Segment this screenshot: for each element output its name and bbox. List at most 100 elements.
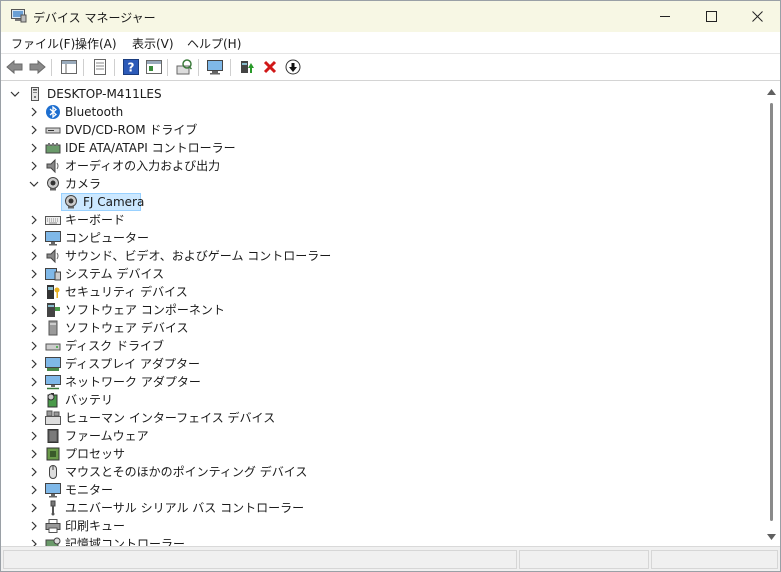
tree-category-item[interactable]: キーボード xyxy=(3,211,743,229)
tree-item-label: サウンド、ビデオ、およびゲーム コントローラー xyxy=(65,249,332,263)
menu-file[interactable]: ファイル(F) xyxy=(11,35,75,52)
scrollbar-thumb[interactable] xyxy=(770,103,773,521)
tree-category-item[interactable]: ソフトウェア コンポーネント xyxy=(3,301,743,319)
scan-hardware-icon xyxy=(176,59,192,75)
chevron-right-icon[interactable] xyxy=(29,503,39,513)
chevron-right-icon[interactable] xyxy=(29,467,39,477)
tree-category-item[interactable]: ユニバーサル シリアル バス コントローラー xyxy=(3,499,743,517)
tree-category-item[interactable]: バッテリ xyxy=(3,391,743,409)
window-title: デバイス マネージャー xyxy=(33,11,156,25)
tree-category-item[interactable]: マウスとそのほかのポインティング デバイス xyxy=(3,463,743,481)
tree-item-label: ディスク ドライブ xyxy=(65,339,164,353)
software-device-icon xyxy=(45,320,61,336)
svg-text:?: ? xyxy=(128,61,135,75)
tree-item-label: ヒューマン インターフェイス デバイス xyxy=(65,411,276,425)
tree-category-item[interactable]: 記憶域コントローラー xyxy=(3,535,743,546)
tree-category-item[interactable]: Bluetooth xyxy=(3,103,743,121)
close-button[interactable] xyxy=(734,1,780,32)
tree-category-item[interactable]: モニター xyxy=(3,481,743,499)
tree-category-item[interactable]: DVD/CD-ROM ドライブ xyxy=(3,121,743,139)
maximize-button[interactable] xyxy=(688,1,734,32)
tree-category-item[interactable]: ディスク ドライブ xyxy=(3,337,743,355)
properties-button[interactable] xyxy=(90,57,110,77)
title-bar[interactable]: デバイス マネージャー xyxy=(1,1,780,32)
device-tree[interactable]: DESKTOP-M411LES Bluetooth DVD/CD-ROM ドライブ… xyxy=(3,83,763,546)
uninstall-device-button[interactable] xyxy=(260,57,280,77)
menu-help[interactable]: ヘルプ(H) xyxy=(187,35,241,52)
chevron-right-icon[interactable] xyxy=(29,323,39,333)
update-driver-button[interactable] xyxy=(205,57,225,77)
chevron-right-icon[interactable] xyxy=(29,269,39,279)
chevron-right-icon[interactable] xyxy=(29,143,39,153)
tree-child-item[interactable]: FJ Camera xyxy=(3,193,743,211)
scan-hardware-button[interactable] xyxy=(174,57,194,77)
chevron-right-icon[interactable] xyxy=(29,233,39,243)
chevron-right-icon[interactable] xyxy=(29,449,39,459)
scroll-up-icon[interactable] xyxy=(767,89,776,95)
chevron-right-icon[interactable] xyxy=(29,341,39,351)
tree-category-item[interactable]: サウンド、ビデオ、およびゲーム コントローラー xyxy=(3,247,743,265)
tree-category-item[interactable]: ディスプレイ アダプター xyxy=(3,355,743,373)
toolbar-separator xyxy=(51,59,52,76)
chevron-right-icon[interactable] xyxy=(29,431,39,441)
chevron-right-icon[interactable] xyxy=(29,161,39,171)
tree-category-item[interactable]: ヒューマン インターフェイス デバイス xyxy=(3,409,743,427)
chevron-right-icon[interactable] xyxy=(29,107,39,117)
display-adapter-icon xyxy=(45,356,61,372)
tree-category-item[interactable]: システム デバイス xyxy=(3,265,743,283)
back-button[interactable] xyxy=(5,57,25,77)
minimize-button[interactable] xyxy=(642,1,688,32)
device-manager-window: デバイス マネージャー ファイル(F) 操作(A) 表示(V) ヘルプ(H) ?… xyxy=(0,0,781,572)
tree-category-item[interactable]: オーディオの入力および出力 xyxy=(3,157,743,175)
tree-item-label: ファームウェア xyxy=(65,429,149,443)
toolbar-separator xyxy=(198,59,199,76)
chevron-right-icon[interactable] xyxy=(29,377,39,387)
tree-category-item[interactable]: コンピューター xyxy=(3,229,743,247)
uninstall-device-icon xyxy=(263,60,277,74)
chevron-right-icon[interactable] xyxy=(29,395,39,405)
tree-category-item[interactable]: カメラ xyxy=(3,175,743,193)
menu-action[interactable]: 操作(A) xyxy=(75,35,117,52)
action-pane-button[interactable] xyxy=(144,57,164,77)
enable-device-button[interactable] xyxy=(237,57,257,77)
security-device-icon xyxy=(45,284,61,300)
vertical-scrollbar[interactable] xyxy=(763,83,780,546)
chevron-down-icon[interactable] xyxy=(10,89,20,99)
status-pane-2 xyxy=(519,550,649,569)
disable-device-button[interactable] xyxy=(283,57,303,77)
mouse-icon xyxy=(45,464,61,480)
forward-button[interactable] xyxy=(27,57,47,77)
speaker-icon xyxy=(45,158,61,174)
chevron-down-icon[interactable] xyxy=(29,179,39,189)
chevron-right-icon[interactable] xyxy=(29,359,39,369)
chevron-right-icon[interactable] xyxy=(29,485,39,495)
menu-view[interactable]: 表示(V) xyxy=(132,35,174,52)
chevron-right-icon[interactable] xyxy=(29,521,39,531)
tree-category-item[interactable]: ネットワーク アダプター xyxy=(3,373,743,391)
status-pane-3 xyxy=(651,550,778,569)
scroll-down-icon[interactable] xyxy=(767,534,776,540)
help-button[interactable]: ? xyxy=(121,57,141,77)
chevron-right-icon[interactable] xyxy=(29,287,39,297)
camera-icon xyxy=(45,176,61,192)
chevron-right-icon[interactable] xyxy=(29,305,39,315)
tree-item-label: ソフトウェア コンポーネント xyxy=(65,303,225,317)
tree-category-item[interactable]: ソフトウェア デバイス xyxy=(3,319,743,337)
tree-item-label: カメラ xyxy=(65,177,102,191)
disk-drive-icon xyxy=(45,338,61,354)
chevron-right-icon[interactable] xyxy=(29,125,39,135)
tree-category-item[interactable]: IDE ATA/ATAPI コントローラー xyxy=(3,139,743,157)
chevron-right-icon[interactable] xyxy=(29,539,39,546)
chevron-right-icon[interactable] xyxy=(29,251,39,261)
tree-root[interactable]: DESKTOP-M411LES xyxy=(3,85,743,103)
forward-arrow-icon xyxy=(29,59,46,75)
chevron-right-icon[interactable] xyxy=(29,413,39,423)
tree-category-item[interactable]: セキュリティ デバイス xyxy=(3,283,743,301)
chevron-right-icon[interactable] xyxy=(29,215,39,225)
tree-category-item[interactable]: 印刷キュー xyxy=(3,517,743,535)
storage-controller-icon xyxy=(45,536,61,546)
maximize-icon xyxy=(705,11,717,22)
tree-category-item[interactable]: プロセッサ xyxy=(3,445,743,463)
show-hide-console-tree-button[interactable] xyxy=(59,57,79,77)
tree-category-item[interactable]: ファームウェア xyxy=(3,427,743,445)
